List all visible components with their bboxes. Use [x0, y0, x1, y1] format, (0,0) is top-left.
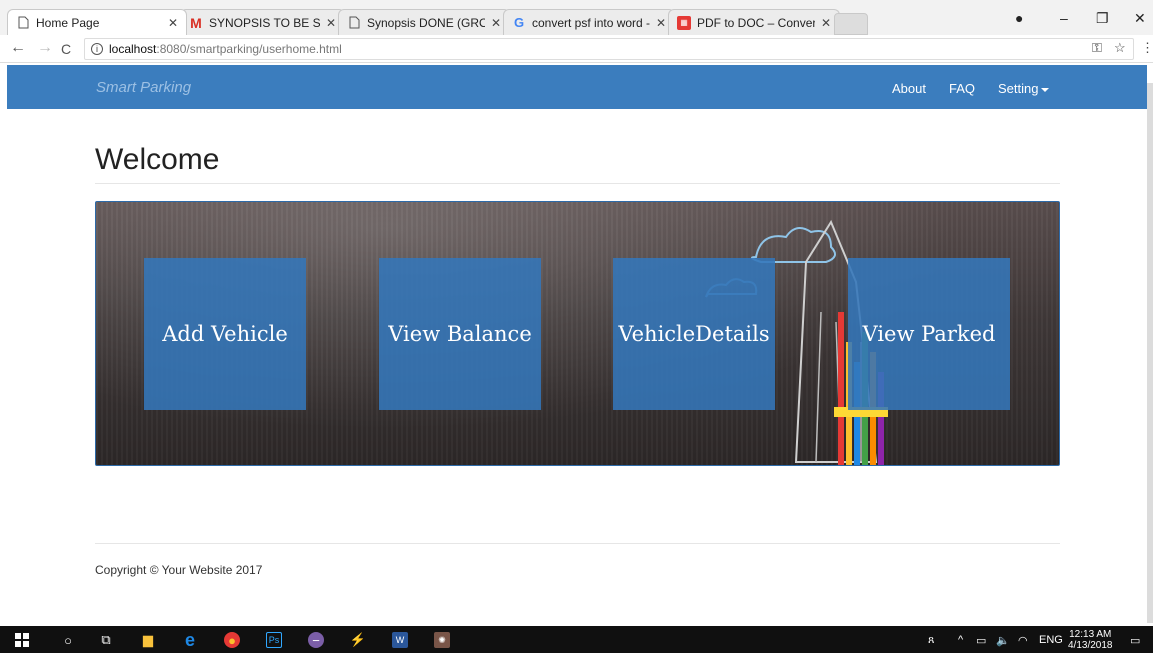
- page-viewport: Smart Parking About FAQ Setting Welcome …: [0, 63, 1153, 626]
- chalkboard-banner: Add Vehicle View Balance VehicleDetails …: [95, 201, 1060, 466]
- profile-icon[interactable]: ●: [1015, 10, 1023, 26]
- forward-icon[interactable]: →: [37, 39, 53, 57]
- tab-label: Home Page: [36, 15, 100, 30]
- word-icon[interactable]: W: [392, 632, 408, 648]
- page-scrollbar[interactable]: [1147, 83, 1153, 623]
- tab-google-search[interactable]: G convert psf into word - G ✕: [503, 9, 675, 35]
- menu-icon[interactable]: ⋮: [1141, 40, 1153, 56]
- nav-setting-label: Setting: [998, 81, 1039, 96]
- url-path: :8080/smartparking/userhome.html: [156, 42, 342, 56]
- eclipse-icon[interactable]: −: [308, 632, 324, 648]
- page-title: Welcome: [95, 143, 220, 176]
- tab-pdf-to-doc[interactable]: ▦ PDF to DOC – Convert PI ✕: [668, 9, 840, 35]
- caret-down-icon: [1041, 87, 1050, 92]
- address-bar: ← → C i localhost:8080/smartparking/user…: [0, 35, 1153, 63]
- tab-synopsis-done[interactable]: Synopsis DONE (GROUP ✕: [338, 9, 510, 35]
- window-close-icon[interactable]: ✕: [1134, 10, 1146, 27]
- tab-label: SYNOPSIS TO BE SUBMIT: [209, 15, 320, 30]
- view-balance-tile[interactable]: View Balance: [379, 258, 541, 410]
- tab-gmail[interactable]: M SYNOPSIS TO BE SUBMIT ✕: [180, 9, 345, 35]
- clock-time: 12:13 AM: [1069, 629, 1112, 640]
- close-icon[interactable]: ✕: [491, 16, 501, 30]
- key-icon[interactable]: ⚿: [1092, 40, 1102, 56]
- title-divider: [95, 183, 1060, 184]
- info-icon[interactable]: i: [91, 43, 103, 55]
- vehicle-details-tile[interactable]: VehicleDetails: [613, 258, 775, 410]
- add-vehicle-tile[interactable]: Add Vehicle: [144, 258, 306, 410]
- footer-copyright: Copyright © Your Website 2017: [95, 563, 263, 577]
- view-parked-tile[interactable]: View Parked: [848, 258, 1010, 410]
- clock-date: 4/13/2018: [1068, 640, 1113, 651]
- system-clock[interactable]: 12:13 AM 4/13/2018: [1068, 629, 1113, 651]
- language-indicator[interactable]: ENG: [1039, 634, 1063, 646]
- file-explorer-icon[interactable]: ▆: [140, 632, 156, 648]
- app-emblem-icon[interactable]: ✺: [434, 632, 450, 648]
- new-tab-button[interactable]: [834, 13, 868, 35]
- gmail-icon: M: [190, 14, 202, 31]
- tab-label: convert psf into word - G: [532, 15, 650, 30]
- nav-setting[interactable]: Setting: [998, 81, 1050, 96]
- url-host: localhost: [109, 42, 157, 56]
- battery-icon[interactable]: ▭: [976, 634, 986, 647]
- windows-start-icon[interactable]: [14, 632, 30, 648]
- close-icon[interactable]: ✕: [326, 16, 336, 30]
- site-navbar: Smart Parking About FAQ Setting: [7, 65, 1147, 109]
- lightning-app-icon[interactable]: ⚡: [350, 632, 366, 648]
- back-icon[interactable]: ←: [10, 39, 26, 57]
- page-icon: [347, 16, 361, 30]
- edge-icon[interactable]: e: [182, 630, 198, 650]
- search-icon[interactable]: ○: [60, 632, 76, 648]
- pdf-icon: ▦: [677, 15, 691, 30]
- close-icon[interactable]: ✕: [168, 16, 178, 30]
- browser-tab-strip: Home Page ✕ M SYNOPSIS TO BE SUBMIT ✕ Sy…: [0, 0, 1153, 35]
- photoshop-icon[interactable]: Ps: [266, 632, 282, 648]
- task-view-icon[interactable]: ⧉: [98, 632, 114, 648]
- google-icon: G: [513, 15, 525, 30]
- volume-icon[interactable]: 🔈: [996, 634, 1010, 647]
- notifications-icon[interactable]: ▭: [1130, 634, 1140, 647]
- reload-icon[interactable]: C: [61, 41, 71, 57]
- tab-label: PDF to DOC – Convert PI: [697, 15, 815, 30]
- footer-divider: [95, 543, 1060, 544]
- wifi-icon[interactable]: ◠: [1018, 634, 1028, 647]
- people-icon[interactable]: ጸ: [928, 634, 934, 647]
- close-icon[interactable]: ✕: [821, 16, 831, 30]
- site-brand[interactable]: Smart Parking: [96, 79, 191, 96]
- page-icon: [16, 16, 30, 30]
- star-icon[interactable]: ☆: [1114, 40, 1126, 56]
- tab-home-page[interactable]: Home Page ✕: [7, 9, 187, 35]
- minimize-icon[interactable]: –: [1060, 10, 1068, 26]
- nav-about[interactable]: About: [892, 81, 926, 96]
- restore-icon[interactable]: ❐: [1096, 10, 1109, 27]
- url-input[interactable]: i localhost:8080/smartparking/userhome.h…: [84, 38, 1134, 60]
- chrome-icon[interactable]: ●: [224, 632, 240, 648]
- tab-label: Synopsis DONE (GROUP: [367, 15, 485, 30]
- windows-taskbar: ○ ⧉ ▆ e ● Ps − ⚡ W ✺ ጸ ^ ▭ 🔈 ◠ ENG 12:13…: [0, 626, 1153, 653]
- close-icon[interactable]: ✕: [656, 16, 666, 30]
- show-hidden-icons[interactable]: ^: [958, 634, 963, 646]
- nav-faq[interactable]: FAQ: [949, 81, 975, 96]
